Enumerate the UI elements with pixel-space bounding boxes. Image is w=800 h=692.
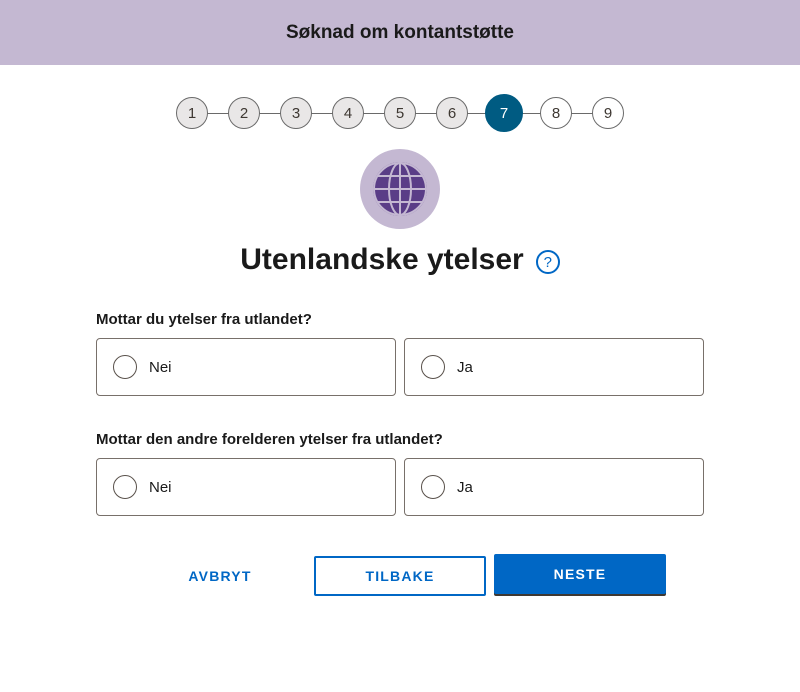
radio-button[interactable] xyxy=(421,355,445,379)
radio-label: Ja xyxy=(457,478,473,496)
cancel-button[interactable]: AVBRYT xyxy=(134,556,306,596)
step-2[interactable]: 2 xyxy=(228,97,260,129)
radio-button[interactable] xyxy=(113,355,137,379)
step-7-current: 7 xyxy=(485,94,523,132)
own-benefits-option-yes[interactable]: Ja xyxy=(404,338,704,396)
help-icon[interactable]: ? xyxy=(535,250,560,274)
page-icon-circle xyxy=(360,149,440,229)
next-button[interactable]: NESTE xyxy=(494,554,666,594)
question-other-parent-benefits-label: Mottar den andre forelderen ytelser fra … xyxy=(96,431,443,448)
page-heading: Utenlandske ytelser ? xyxy=(0,238,800,282)
own-benefits-option-no[interactable]: Nei xyxy=(96,338,396,396)
step-8: 8 xyxy=(540,97,572,129)
radio-label: Nei xyxy=(149,358,172,376)
step-1[interactable]: 1 xyxy=(176,97,208,129)
step-9: 9 xyxy=(592,97,624,129)
radio-label: Nei xyxy=(149,478,172,496)
other-parent-benefits-option-yes[interactable]: Ja xyxy=(404,458,704,516)
step-6[interactable]: 6 xyxy=(436,97,468,129)
step-3[interactable]: 3 xyxy=(280,97,312,129)
other-parent-benefits-option-no[interactable]: Nei xyxy=(96,458,396,516)
globe-icon xyxy=(373,162,427,216)
step-4[interactable]: 4 xyxy=(332,97,364,129)
radio-button[interactable] xyxy=(421,475,445,499)
question-own-benefits-label: Mottar du ytelser fra utlandet? xyxy=(96,311,312,328)
page-title: Utenlandske ytelser xyxy=(240,243,524,276)
app-header: Søknad om kontantstøtte xyxy=(0,0,800,65)
radio-button[interactable] xyxy=(113,475,137,499)
radio-label: Ja xyxy=(457,358,473,376)
app-title: Søknad om kontantstøtte xyxy=(285,21,514,43)
back-button[interactable]: TILBAKE xyxy=(314,556,486,596)
step-5[interactable]: 5 xyxy=(384,97,416,129)
